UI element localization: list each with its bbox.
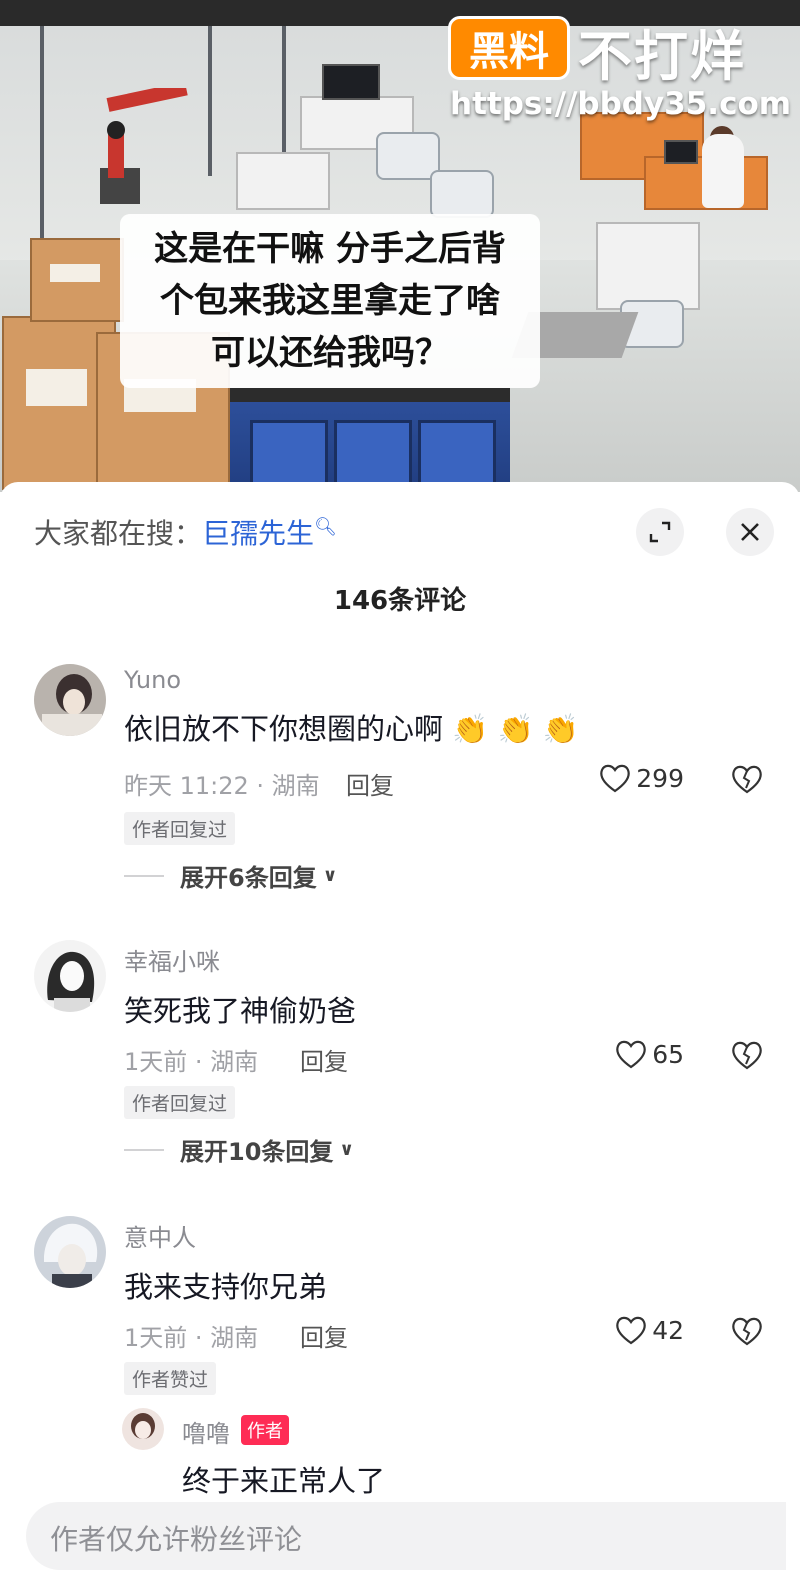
reply-username[interactable]: 噜噜 (182, 1414, 230, 1449)
comment-body: 笑死我了神偷奶爸 (124, 994, 357, 1028)
expand-button[interactable] (636, 508, 684, 556)
close-button[interactable] (726, 508, 774, 556)
comment-text: 依旧放不下你想圈的心啊 👏 👏 👏 (124, 706, 579, 748)
video-monitor (322, 64, 380, 100)
reply-button[interactable]: 回复 (346, 766, 394, 801)
watermark-url: https://bbdy35.com (450, 86, 792, 122)
caption-line: 可以还给我吗？ (211, 333, 449, 373)
close-icon (741, 523, 759, 541)
chevron-down-icon: ∨ (339, 1139, 355, 1160)
caption-line: 个包来我这里拿走了啥 (160, 281, 500, 321)
broken-heart-icon[interactable] (730, 1314, 764, 1348)
author-liked-tag: 作者赞过 (124, 1362, 217, 1395)
heart-icon (616, 1316, 646, 1345)
clap-emoji: 👏 👏 👏 (452, 712, 579, 746)
like-count: 65 (652, 1039, 684, 1069)
like-button[interactable]: 65 (614, 1038, 684, 1070)
like-count: 42 (652, 1315, 684, 1345)
avatar[interactable] (34, 664, 106, 736)
video-caption: 这是在干嘛 分手之后背 个包来我这里拿走了啥 可以还给我吗？ (120, 214, 540, 388)
caption-line: 这是在干嘛 分手之后背 (154, 229, 506, 269)
chevron-down-icon: ∨ (322, 865, 338, 886)
video-box (30, 238, 124, 322)
watermark-text: 不打烊 (578, 25, 746, 88)
video-laptop (664, 140, 698, 164)
expand-replies-label: 展开10条回复 (180, 1138, 334, 1166)
comment-username[interactable]: Yuno (124, 666, 181, 694)
robot-arm-illustration (100, 88, 188, 204)
video-table (236, 152, 330, 210)
comment-body: 依旧放不下你想圈的心啊 (124, 712, 444, 746)
divider (124, 874, 164, 877)
reply-button[interactable]: 回复 (300, 1318, 348, 1353)
comment-username[interactable]: 幸福小咪 (124, 942, 220, 977)
expand-replies[interactable]: 展开6条回复 ∨ (124, 858, 337, 893)
like-button[interactable]: 299 (598, 762, 684, 794)
video-pole (208, 26, 212, 176)
like-button[interactable]: 42 (614, 1314, 684, 1346)
search-prefix: 大家都在搜： (34, 517, 203, 550)
comment-input-bar: 作者仅允许粉丝评论 (0, 1494, 800, 1571)
video-pole (282, 26, 286, 156)
heart-icon (616, 1040, 646, 1069)
comments-sheet: 大家都在搜：巨孺先生🔍︎ 146条评论 Yuno 依旧放不下你想圈的心啊 👏 👏… (0, 482, 800, 1571)
broken-heart-icon[interactable] (730, 762, 764, 796)
expand-replies-label: 展开6条回复 (180, 864, 317, 892)
comment-input-placeholder: 作者仅允许粉丝评论 (50, 1523, 303, 1556)
like-count: 299 (636, 763, 684, 793)
watermark-badge: 黑料 (448, 16, 570, 80)
comment-time-location: 昨天 11:22 · 湖南 (124, 772, 320, 800)
video-person (702, 134, 744, 208)
search-icon: 🔍︎ (314, 516, 337, 538)
broken-heart-icon[interactable] (730, 1038, 764, 1072)
comment-input[interactable]: 作者仅允许粉丝评论 (26, 1502, 786, 1570)
comment-time-location: 1天前 · 湖南 (124, 1048, 259, 1076)
search-term-link[interactable]: 巨孺先生 (202, 517, 314, 550)
video-side-table (596, 222, 700, 310)
reply-button[interactable]: 回复 (300, 1042, 348, 1077)
video-chair (430, 170, 494, 218)
author-replied-tag: 作者回复过 (124, 1086, 236, 1119)
video-frame[interactable]: 这是在干嘛 分手之后背 个包来我这里拿走了啥 可以还给我吗？ 黑料 不打烊 ht… (0, 0, 800, 492)
author-badge: 作者 (241, 1415, 289, 1445)
divider (124, 1148, 164, 1151)
expand-icon (649, 521, 671, 543)
video-pole (40, 26, 44, 246)
comment-username[interactable]: 意中人 (124, 1218, 196, 1253)
heart-icon (600, 764, 631, 793)
video-blue-cabinet (230, 388, 510, 492)
expand-replies[interactable]: 展开10条回复 ∨ (124, 1132, 354, 1167)
avatar[interactable] (34, 1216, 106, 1288)
trending-search[interactable]: 大家都在搜：巨孺先生🔍︎ (34, 512, 337, 552)
comment-count: 146条评论 (333, 586, 467, 616)
comment-body: 我来支持你兄弟 (124, 1270, 328, 1304)
avatar[interactable] (34, 940, 106, 1012)
reply-avatar[interactable] (122, 1408, 164, 1450)
comment-time-location: 1天前 · 湖南 (124, 1324, 259, 1352)
author-replied-tag: 作者回复过 (124, 812, 236, 845)
